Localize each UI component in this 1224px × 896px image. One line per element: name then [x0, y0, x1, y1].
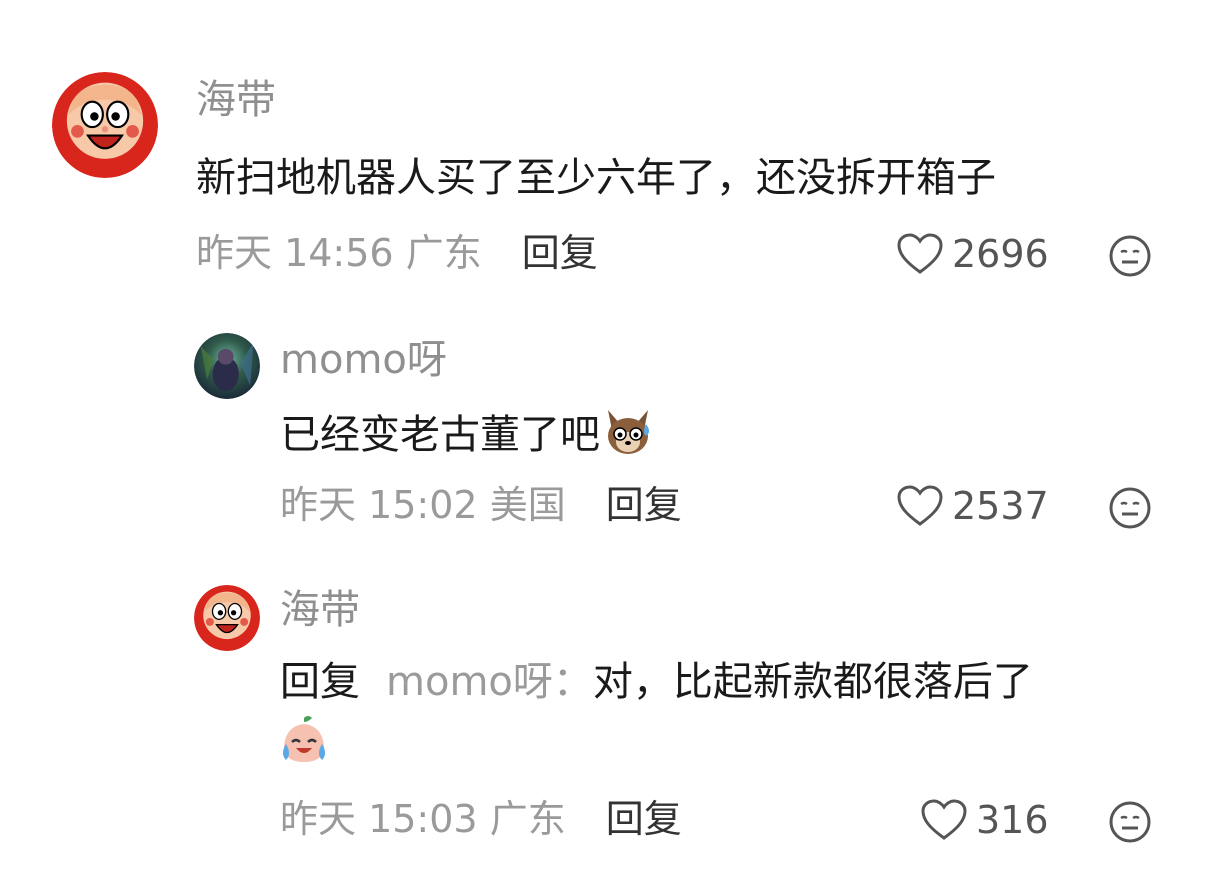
cartoon-boy-avatar-icon — [194, 585, 260, 651]
avatar[interactable] — [194, 333, 260, 399]
heart-icon — [897, 233, 943, 274]
like-button[interactable]: 2696 — [896, 232, 1049, 276]
heart-icon — [897, 485, 943, 526]
neutral-face-icon[interactable] — [1108, 234, 1152, 278]
reply-button[interactable]: 回复 — [522, 231, 598, 275]
comment-text: 已经变老古董了吧 — [280, 406, 654, 458]
neutral-face-icon[interactable] — [1108, 800, 1152, 844]
comment-meta: 昨天 15:03 广东 回复 — [280, 800, 682, 838]
heart-icon — [921, 799, 967, 840]
like-count: 316 — [976, 798, 1049, 842]
comment-item: 海带 新扫地机器人买了至少六年了，还没拆开箱子 昨天 14:56 广东 回复 2… — [0, 0, 1224, 300]
comment-text-content: 对，比起新款都很落后了 — [592, 659, 1033, 705]
reply-prefix: 回复 — [280, 659, 360, 705]
reply-button[interactable]: 回复 — [606, 483, 682, 527]
username[interactable]: 海带 — [196, 80, 276, 120]
like-count: 2537 — [952, 484, 1049, 528]
location: 广东 — [489, 797, 566, 841]
avatar[interactable] — [52, 72, 158, 178]
cartoon-boy-avatar-icon — [52, 72, 158, 178]
comment-meta: 昨天 14:56 广东 回复 — [196, 234, 598, 272]
username[interactable]: momo呀 — [280, 340, 447, 380]
location: 美国 — [489, 483, 566, 527]
timestamp: 昨天 15:03 — [280, 797, 478, 841]
location: 广东 — [405, 231, 482, 275]
like-button[interactable]: 2537 — [896, 484, 1049, 528]
comment-text-content: 已经变老古董了吧 — [280, 412, 600, 458]
reply-target-user[interactable]: momo呀： — [386, 659, 593, 705]
username[interactable]: 海带 — [280, 590, 360, 630]
avatar[interactable] — [194, 585, 260, 651]
comment-meta: 昨天 15:02 美国 回复 — [280, 486, 682, 524]
timestamp: 昨天 14:56 — [196, 231, 394, 275]
photo-avatar-icon — [194, 333, 260, 399]
reply-item: 海带 回复 momo呀：对，比起新款都很落后了 昨天 15:03 广东 回复 31… — [0, 560, 1224, 896]
crying-laughing-emoji-icon — [278, 714, 330, 766]
like-button[interactable]: 316 — [920, 798, 1049, 842]
timestamp: 昨天 15:02 — [280, 483, 478, 527]
reply-button[interactable]: 回复 — [606, 797, 682, 841]
reply-item: momo呀 已经变老古董了吧 昨天 15:02 美国 回复 2537 — [0, 300, 1224, 560]
comment-text: 回复 momo呀：对，比起新款都很落后了 — [280, 662, 1033, 702]
like-count: 2696 — [952, 232, 1049, 276]
sweating-dog-emoji-icon — [602, 406, 654, 458]
comment-emoji-line — [278, 714, 330, 766]
neutral-face-icon[interactable] — [1108, 486, 1152, 530]
comment-text: 新扫地机器人买了至少六年了，还没拆开箱子 — [196, 155, 996, 201]
